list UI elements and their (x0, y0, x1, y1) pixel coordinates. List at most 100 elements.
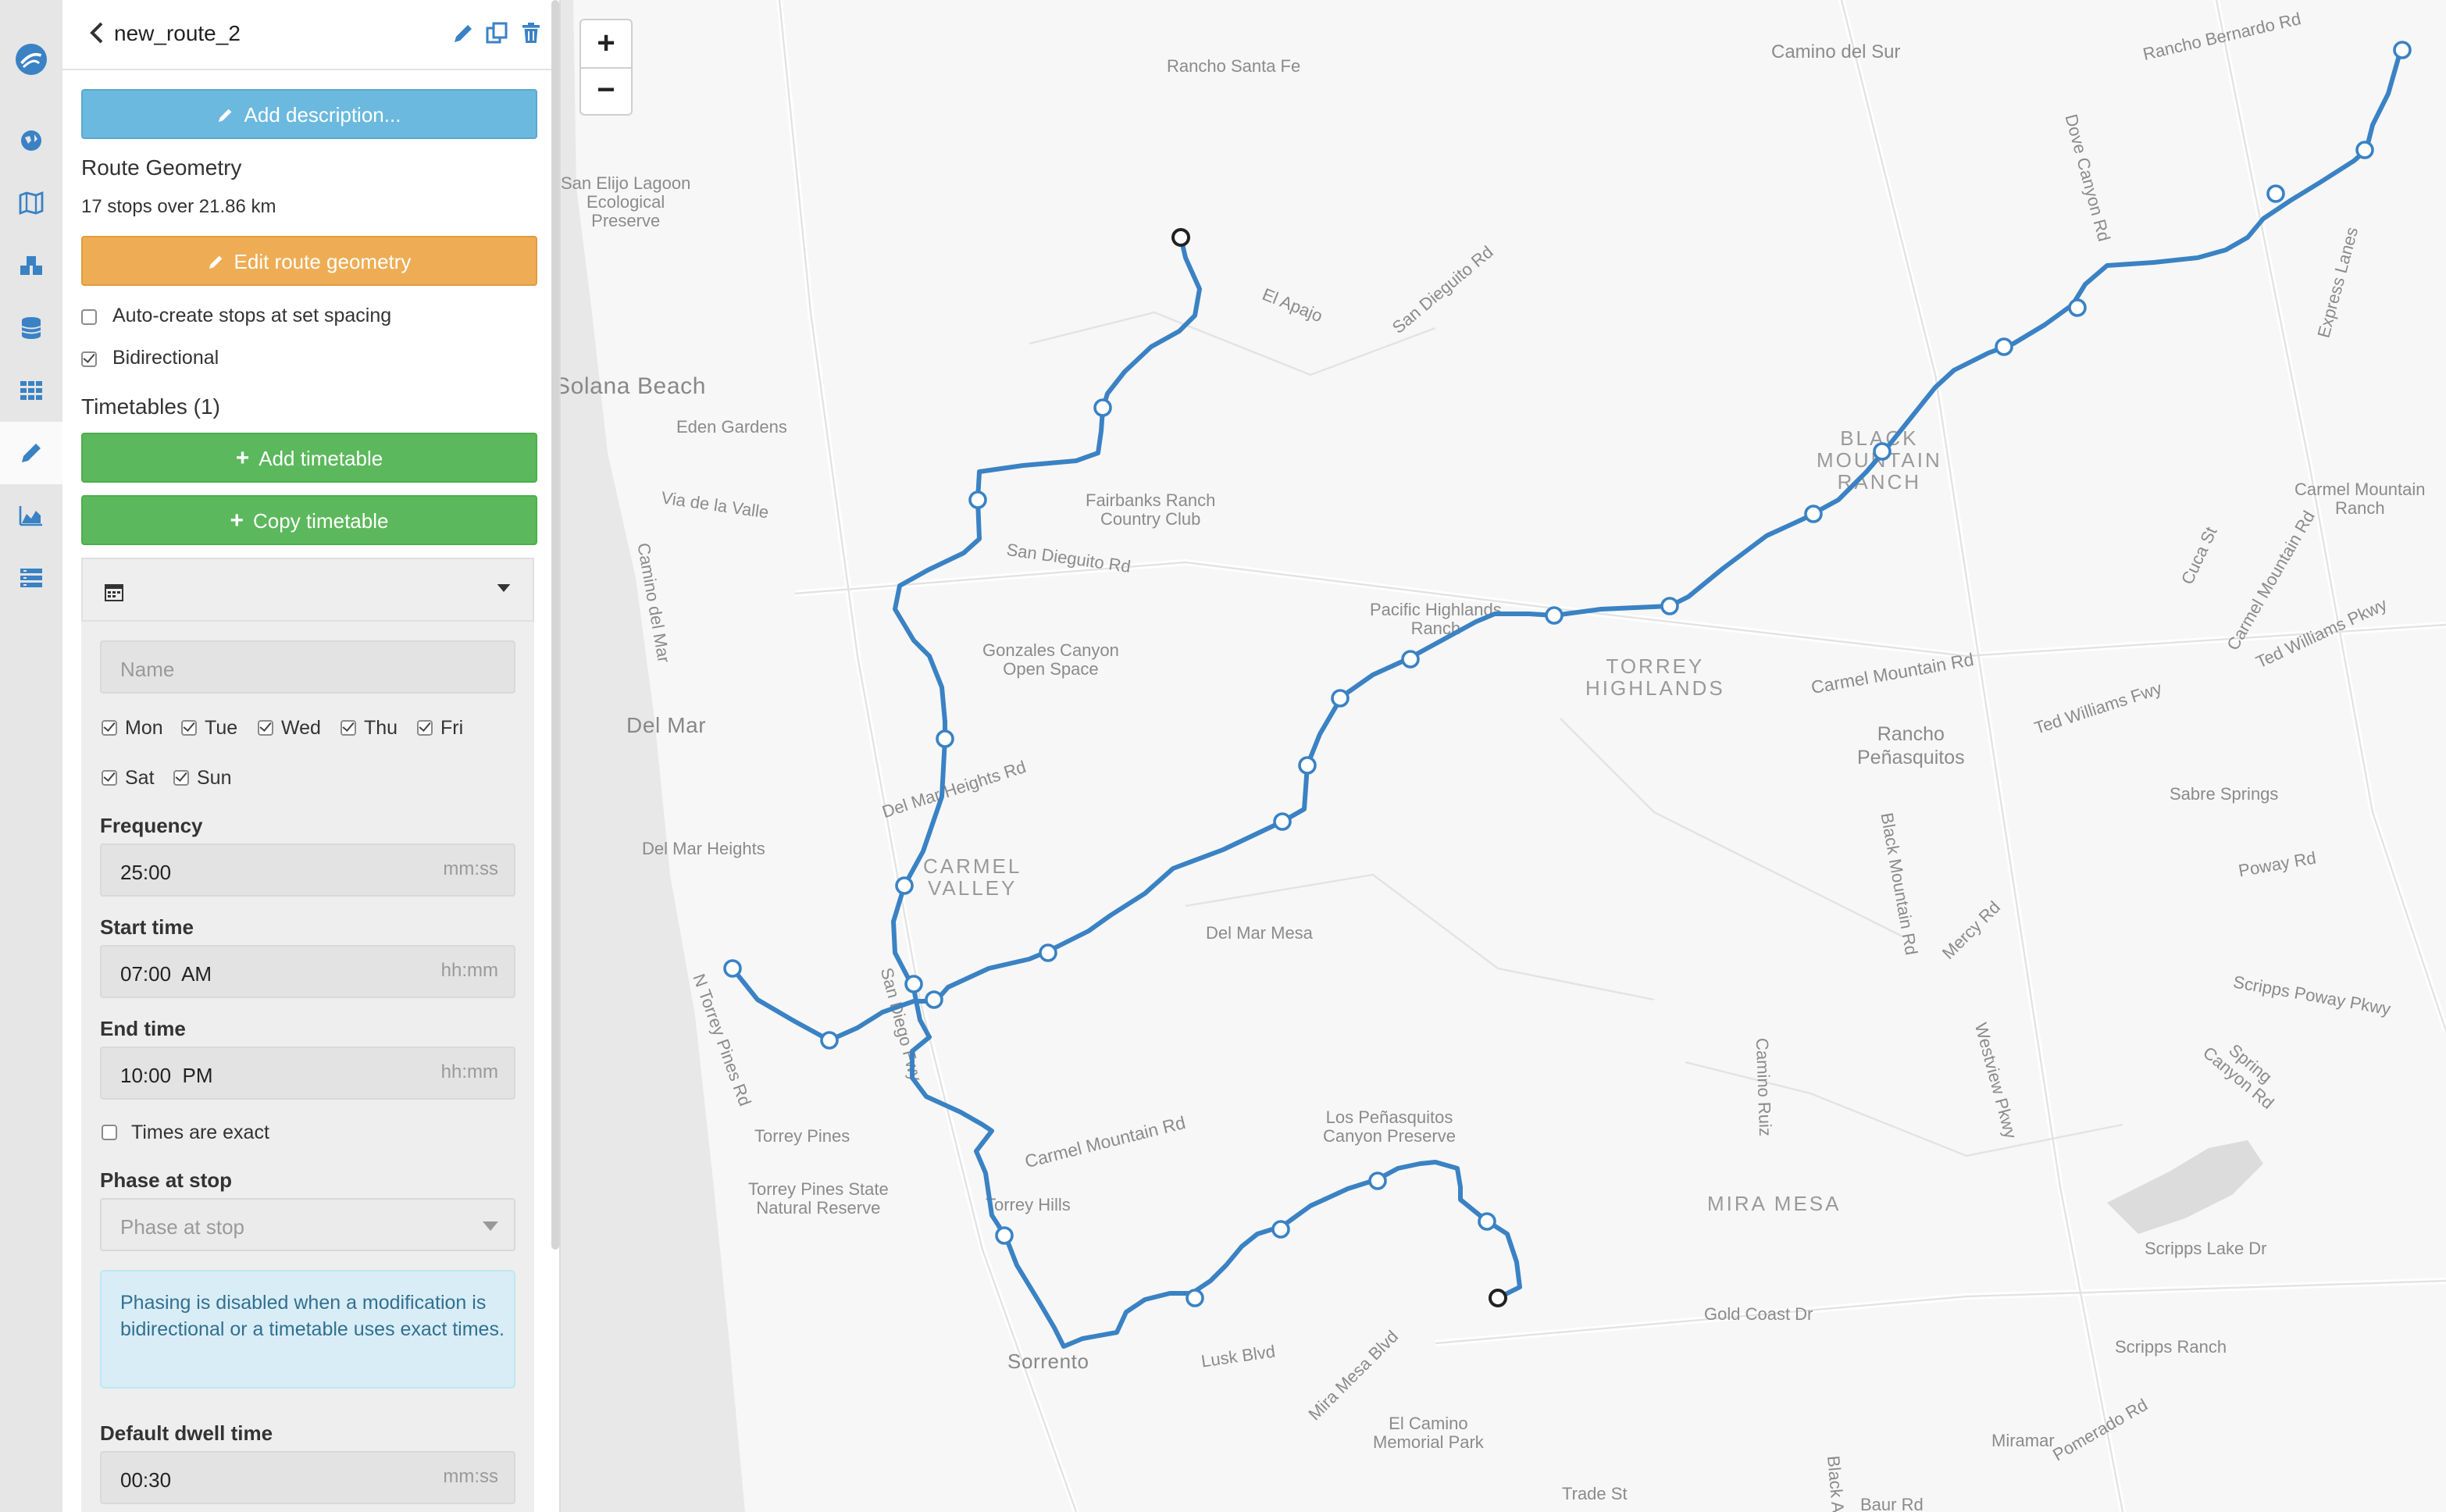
stop-marker (1368, 1171, 1387, 1190)
timetable-name-input[interactable]: Name (100, 640, 515, 694)
panel-header: new_route_2 (62, 0, 559, 70)
duplicate-icon[interactable] (486, 22, 508, 44)
phasing-notice-text: Phasing is disabled when a modification … (120, 1292, 505, 1340)
map-icon[interactable] (0, 172, 62, 234)
route-overlay (723, 41, 2412, 1349)
timetable-toggle[interactable] (81, 558, 534, 622)
stop-marker (1873, 442, 1892, 461)
database-icon[interactable] (0, 297, 62, 359)
stop-marker (1804, 505, 1823, 523)
day-fri-checkbox[interactable] (417, 720, 433, 736)
zoom-control: + − (579, 19, 633, 116)
globe-icon[interactable] (0, 109, 62, 172)
route-endpoint (1489, 1289, 1507, 1307)
stop-marker (1273, 812, 1292, 831)
stop-marker (968, 490, 987, 509)
pencil-icon[interactable] (0, 422, 62, 484)
edit-route-geometry-button[interactable]: Edit route geometry (81, 236, 537, 286)
day-sat-label: Sat (125, 767, 155, 789)
add-description-button[interactable]: Add description... (81, 89, 537, 139)
add-description-label: Add description... (244, 102, 401, 126)
timetables-heading: Timetables (1) (81, 394, 220, 419)
day-sun-checkbox[interactable] (173, 770, 189, 786)
plus-icon: + (230, 507, 244, 533)
frequency-value: 25:00 (120, 861, 172, 884)
day-sat-checkbox[interactable] (102, 770, 117, 786)
panel-scrollbar[interactable] (551, 0, 559, 1250)
phasing-notice: Phasing is disabled when a modification … (100, 1270, 515, 1389)
stop-marker (936, 729, 954, 748)
zoom-in-button[interactable]: + (581, 20, 631, 69)
route-name: new_route_2 (114, 20, 241, 45)
copy-timetable-button[interactable]: + Copy timetable (81, 495, 537, 545)
edit-name-icon[interactable] (453, 22, 475, 44)
end-time-value: 10:00 PM (120, 1064, 213, 1087)
stop-marker (904, 975, 923, 993)
stop-marker (1401, 650, 1420, 669)
stop-marker (1545, 606, 1564, 625)
start-time-input[interactable]: 07:00 AM hh:mm (100, 945, 515, 998)
bidirectional-label: Bidirectional (112, 347, 219, 369)
stop-marker (2068, 298, 2087, 317)
times-exact-checkbox[interactable] (102, 1125, 117, 1140)
cubes-icon[interactable] (0, 234, 62, 297)
calendar-icon (105, 584, 123, 601)
phase-select[interactable]: Phase at stop (100, 1198, 515, 1251)
trash-icon[interactable] (520, 22, 542, 44)
name-placeholder: Name (120, 658, 175, 681)
bidirectional-checkbox[interactable] (81, 351, 97, 367)
zoom-out-button[interactable]: − (581, 67, 631, 114)
dwell-label: Default dwell time (100, 1421, 273, 1445)
frequency-input[interactable]: 25:00 mm:ss (100, 843, 515, 897)
route-endpoint (1171, 228, 1190, 247)
stop-marker (1186, 1289, 1204, 1307)
day-fri-label: Fri (440, 717, 464, 739)
area-chart-icon[interactable] (0, 484, 62, 547)
caret-down-icon (497, 584, 511, 592)
day-tue-checkbox[interactable] (181, 720, 197, 736)
stop-marker (1093, 398, 1112, 417)
stop-marker (1478, 1212, 1496, 1231)
day-wed-checkbox[interactable] (258, 720, 273, 736)
stop-marker (995, 1226, 1014, 1245)
back-chevron-icon[interactable] (87, 22, 106, 44)
frequency-unit: mm:ss (443, 858, 498, 879)
day-mon-checkbox[interactable] (102, 720, 117, 736)
day-sun-label: Sun (197, 767, 232, 789)
pencil-icon (209, 255, 222, 269)
copy-timetable-label: Copy timetable (253, 508, 389, 532)
start-time-label: Start time (100, 915, 194, 939)
list-icon[interactable] (0, 547, 62, 609)
end-time-unit: hh:mm (440, 1061, 498, 1082)
route-geometry-title: Route Geometry (81, 155, 242, 180)
stop-marker (1298, 756, 1317, 775)
add-timetable-label: Add timetable (259, 446, 383, 469)
stop-marker (1995, 337, 2013, 356)
auto-create-checkbox[interactable] (81, 309, 97, 325)
end-time-input[interactable]: 10:00 PM hh:mm (100, 1047, 515, 1100)
stop-marker (1271, 1220, 1290, 1239)
route-panel: new_route_2 Add description... Route Geo… (62, 0, 561, 1512)
stop-marker (895, 876, 914, 895)
day-thu-label: Thu (364, 717, 398, 739)
stop-marker (820, 1031, 839, 1050)
app-root: new_route_2 Add description... Route Geo… (0, 0, 2446, 1512)
frequency-label: Frequency (100, 814, 203, 837)
map-view[interactable]: Rancho Santa Fe Camino del Sur Rancho Be… (561, 0, 2446, 1512)
start-time-unit: hh:mm (440, 959, 498, 981)
grid-icon[interactable] (0, 359, 62, 422)
dwell-input[interactable]: 00:30 mm:ss (100, 1451, 515, 1504)
day-tue-label: Tue (205, 717, 238, 739)
day-thu-checkbox[interactable] (341, 720, 356, 736)
stop-marker (925, 990, 943, 1009)
dwell-unit: mm:ss (443, 1465, 498, 1487)
add-timetable-button[interactable]: + Add timetable (81, 433, 537, 483)
pencil-icon (219, 108, 232, 122)
logo-icon[interactable] (0, 28, 62, 91)
plus-icon: + (235, 444, 250, 471)
stops-summary: 17 stops over 21.86 km (81, 195, 276, 217)
start-time-value: 07:00 AM (120, 962, 212, 986)
stop-marker (1039, 943, 1057, 962)
phase-placeholder: Phase at stop (120, 1215, 244, 1239)
stop-marker (2355, 141, 2374, 159)
